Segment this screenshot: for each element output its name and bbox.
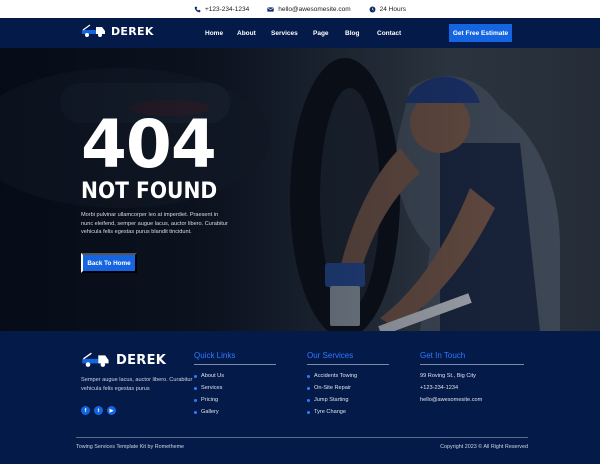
template-credit: Towing Services Template Kit by Romethem… [76,444,185,450]
nav-home[interactable]: Home [205,30,223,37]
quick-link-item[interactable]: Services [194,382,276,394]
footer-description: Semper augue lacus, auctor libero. Curab… [81,377,193,392]
youtube-icon[interactable]: ▶ [107,406,116,415]
service-item[interactable]: On-Site Repair [307,382,389,394]
site-footer: DEREK Semper augue lacus, auctor libero.… [0,331,600,464]
bullet-icon [194,398,197,402]
facebook-icon[interactable]: f [81,406,90,415]
error-description: Morbi pulvinar ullamcorper leo at imperd… [81,212,228,236]
site-logo[interactable]: DEREK [81,24,154,38]
bullet-icon [307,386,310,390]
footer-logo[interactable]: DEREK [81,352,166,368]
footer-contact: Get In Touch 99 Roving St., Big City +12… [420,351,524,406]
contact-phone[interactable]: +123-234-1234 [420,382,524,394]
services-heading: Our Services [307,351,354,360]
logo-text: DEREK [111,24,154,38]
get-free-estimate-button[interactable]: Get Free Estimate [449,24,512,42]
error-code: 404 [81,106,217,183]
twitter-icon[interactable]: t [94,406,103,415]
contact-address: 99 Roving St., Big City [420,373,476,379]
envelope-icon [267,6,274,13]
nav-services[interactable]: Services [271,30,298,37]
topbar-email[interactable]: hello@awesomesite.com [267,5,351,13]
site-header: DEREK Home About Services Page Blog Cont… [0,18,600,48]
social-links: f t ▶ [81,406,116,415]
top-contact-bar: +123-234-1234 hello@awesomesite.com 24 H… [0,0,600,18]
phone-icon [194,6,201,13]
bullet-icon [307,374,310,378]
topbar-phone-text: +123-234-1234 [204,5,250,13]
service-item[interactable]: Accidents Towing [307,370,389,382]
topbar-phone[interactable]: +123-234-1234 [194,6,249,13]
bullet-icon [307,398,310,402]
bullet-icon [307,410,310,414]
topbar-hours-text: 24 Hours [379,5,406,13]
bullet-icon [194,386,197,390]
footer-logo-text: DEREK [116,352,167,368]
footer-divider [76,437,528,438]
hero-section: 404 NOT FOUND Morbi pulvinar ullamcorper… [0,48,600,331]
divider [194,364,276,365]
quick-link-item[interactable]: Pricing [194,394,276,406]
clock-icon [369,6,376,13]
quick-link-item[interactable]: About Us [194,370,276,382]
topbar-hours: 24 Hours [369,6,406,13]
nav-blog[interactable]: Blog [345,30,359,37]
service-item[interactable]: Jump Starting [307,394,389,406]
quick-link-item[interactable]: Gallery [194,406,276,418]
bullet-icon [194,410,197,414]
bullet-icon [194,374,197,378]
divider [307,364,389,365]
contact-email[interactable]: hello@awesomesite.com [420,394,524,406]
nav-page[interactable]: Page [313,30,329,37]
back-to-home-button[interactable]: Back To Home [81,253,137,273]
contact-heading: Get In Touch [420,351,466,360]
nav-contact[interactable]: Contact [377,30,401,37]
footer-services: Our Services Accidents Towing On-Site Re… [307,351,389,418]
error-title: NOT FOUND [81,179,218,204]
quick-links-heading: Quick Links [194,351,236,360]
topbar-email-text: hello@awesomesite.com [278,5,351,13]
copyright-text: Copyright 2023 © All Right Reserved [440,444,528,450]
tow-truck-icon [82,352,109,367]
nav-about[interactable]: About [237,30,256,37]
footer-quick-links: Quick Links About Us Services Pricing Ga… [194,351,276,418]
tow-truck-icon [82,24,105,37]
service-item[interactable]: Tyre Change [307,406,389,418]
divider [420,364,524,365]
